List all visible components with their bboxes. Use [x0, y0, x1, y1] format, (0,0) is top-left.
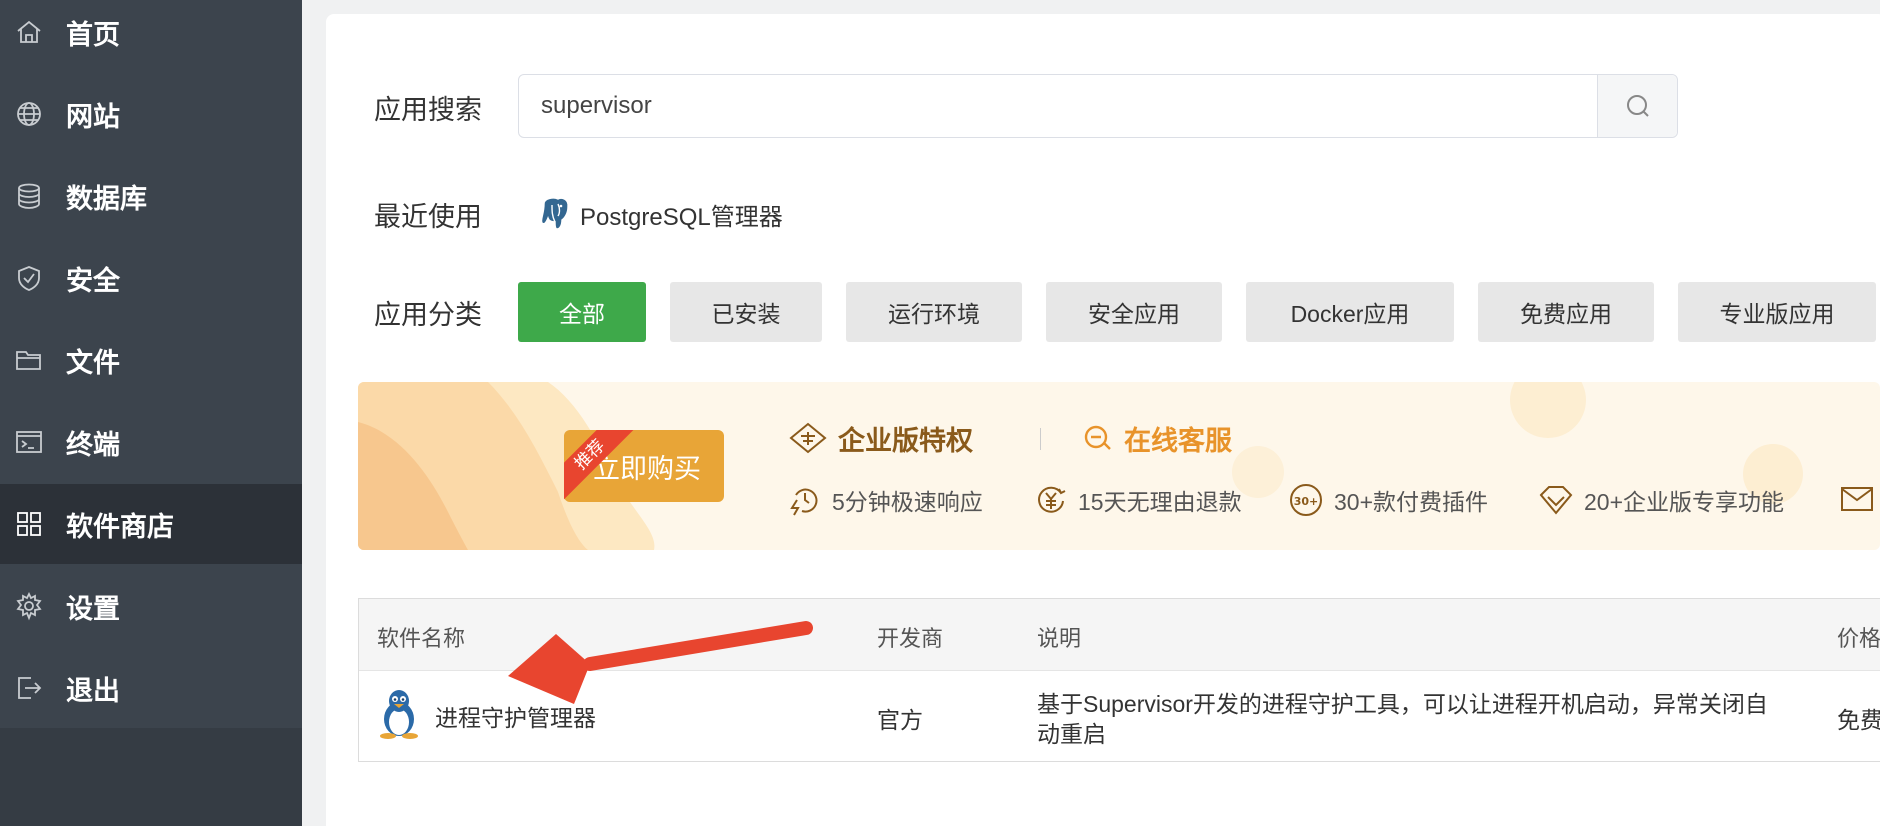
app-developer: 官方 — [877, 707, 923, 733]
search-label: 应用搜索 — [374, 95, 482, 125]
recent-item-label: PostgreSQL管理器 — [580, 203, 783, 231]
recent-label: 最近使用 — [374, 202, 482, 232]
folder-icon — [14, 345, 44, 375]
header-description: 说明 — [1037, 626, 1082, 651]
header-developer: 开发商 — [877, 626, 944, 651]
sidebar-item-files[interactable]: 文件 — [0, 320, 302, 400]
sidebar-item-database[interactable]: 数据库 — [0, 156, 302, 236]
gear-icon — [14, 591, 44, 621]
search-input[interactable] — [519, 75, 1597, 137]
table-header: 软件名称 开发商 说明 价格 — [359, 599, 1880, 671]
table-row[interactable]: 进程守护管理器 官方 基于Supervisor开发的进程守护工具，可以让进程开机… — [359, 671, 1880, 763]
enterprise-title: 企业版特权 — [788, 418, 973, 458]
feature-enterprise-functions: 20+企业版专享功能 — [1538, 482, 1784, 518]
header-name: 软件名称 — [377, 626, 466, 651]
yen-refund-icon — [1038, 486, 1066, 513]
clock-bolt-icon — [790, 488, 818, 516]
header-price: 价格 — [1837, 626, 1880, 651]
feature-fast-response: 5分钟极速响应 — [788, 482, 983, 518]
software-table: 软件名称 开发商 说明 价格 进程守护管理器 官方 基于Supervisor开发… — [358, 598, 1880, 762]
postgresql-elephant-icon — [540, 197, 569, 230]
plugins-30-icon: 30+ — [1290, 484, 1322, 516]
category-free[interactable]: 免费应用 — [1478, 282, 1654, 342]
recent-item-postgresql[interactable]: PostgreSQL管理器 — [538, 194, 783, 234]
database-icon — [14, 181, 44, 211]
svg-text:30+: 30+ — [1294, 495, 1319, 508]
app-name[interactable]: 进程守护管理器 — [435, 699, 596, 733]
app-description-line1: 基于Supervisor开发的进程守护工具，可以让进程开机启动，异常关闭自 — [1037, 691, 1768, 717]
home-icon — [14, 17, 44, 47]
sidebar-item-home[interactable]: 首页 — [0, 0, 302, 72]
shield-icon — [14, 263, 44, 293]
category-installed[interactable]: 已安装 — [670, 282, 822, 342]
sidebar-item-security[interactable]: 安全 — [0, 238, 302, 318]
search-button[interactable] — [1597, 75, 1677, 137]
category-runtime[interactable]: 运行环境 — [846, 282, 1022, 342]
globe-icon — [14, 99, 44, 129]
diamond-badge-icon — [789, 422, 827, 454]
category-pro[interactable]: 专业版应用 — [1678, 282, 1876, 342]
online-support-link[interactable]: 在线客服 — [1082, 418, 1232, 458]
terminal-icon — [14, 427, 44, 457]
sidebar-item-terminal[interactable]: 终端 — [0, 402, 302, 482]
feature-refund: 15天无理由退款 — [1034, 482, 1242, 518]
buy-now-button[interactable]: 立即购买 — [564, 430, 724, 502]
linux-tux-icon — [380, 690, 418, 739]
diamond-icon — [1539, 486, 1573, 515]
grid-icon — [14, 509, 44, 539]
category-label: 应用分类 — [374, 300, 482, 330]
chat-icon — [1084, 425, 1111, 450]
sidebar-item-logout[interactable]: 退出 — [0, 648, 302, 728]
sidebar-item-website[interactable]: 网站 — [0, 74, 302, 154]
app-description-line2: 动重启 — [1037, 721, 1106, 747]
category-security-apps[interactable]: 安全应用 — [1046, 282, 1222, 342]
category-all[interactable]: 全部 — [518, 282, 646, 342]
feature-paid-plugins: 30+ 30+款付费插件 — [1288, 482, 1488, 518]
app-price: 免费 — [1837, 707, 1880, 733]
promo-divider — [1040, 428, 1041, 450]
sidebar-item-app-store[interactable]: 软件商店 — [0, 484, 302, 564]
search-icon — [1626, 95, 1649, 117]
mail-icon[interactable] — [1840, 486, 1874, 517]
logout-icon — [14, 673, 44, 703]
category-docker[interactable]: Docker应用 — [1246, 282, 1454, 342]
sidebar-item-settings[interactable]: 设置 — [0, 566, 302, 646]
sidebar-footer — [0, 728, 302, 826]
search-box — [518, 74, 1678, 138]
sidebar: 首页 网站 数据库 安全 文件 终端 软件商店 设置 退出 — [0, 0, 302, 826]
